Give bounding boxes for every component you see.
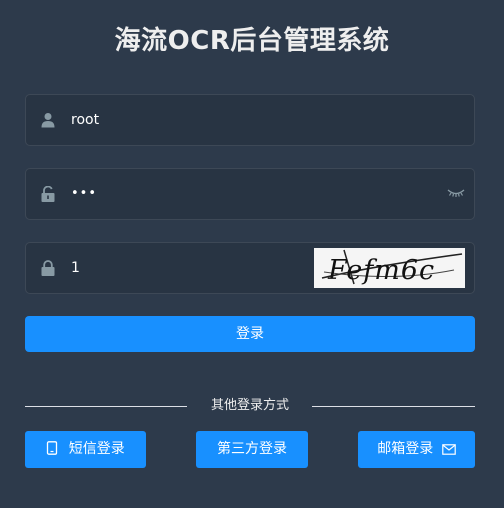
sms-login-button[interactable]: 短信登录 <box>25 431 146 468</box>
captcha-image[interactable]: Fefm6c <box>314 248 465 288</box>
email-login-label: 邮箱登录 <box>377 441 434 457</box>
captcha-input[interactable] <box>71 243 251 293</box>
divider-line-right <box>312 406 475 407</box>
password-field[interactable]: ••• <box>25 168 475 220</box>
username-input[interactable] <box>71 95 301 145</box>
lock-icon <box>41 260 55 276</box>
lock-open-icon <box>41 186 55 202</box>
user-icon <box>41 113 55 128</box>
third-party-login-button[interactable]: 第三方登录 <box>196 431 308 468</box>
login-page: 海流OCR后台管理系统 ••• <box>0 0 504 508</box>
username-field[interactable] <box>25 94 475 146</box>
mail-icon <box>441 444 456 455</box>
sms-login-label: 短信登录 <box>68 441 125 457</box>
eye-closed-icon[interactable] <box>447 187 465 199</box>
captcha-field[interactable]: Fefm6c <box>25 242 475 294</box>
email-login-button[interactable]: 邮箱登录 <box>358 431 475 468</box>
page-title: 海流OCR后台管理系统 <box>114 26 390 56</box>
mobile-icon <box>47 441 58 455</box>
third-party-login-label: 第三方登录 <box>217 441 287 457</box>
login-button[interactable]: 登录 <box>25 316 475 352</box>
other-login-divider: 其他登录方式 <box>25 396 475 416</box>
password-input[interactable]: ••• <box>71 169 301 219</box>
captcha-text: Fefm6c <box>327 255 435 286</box>
